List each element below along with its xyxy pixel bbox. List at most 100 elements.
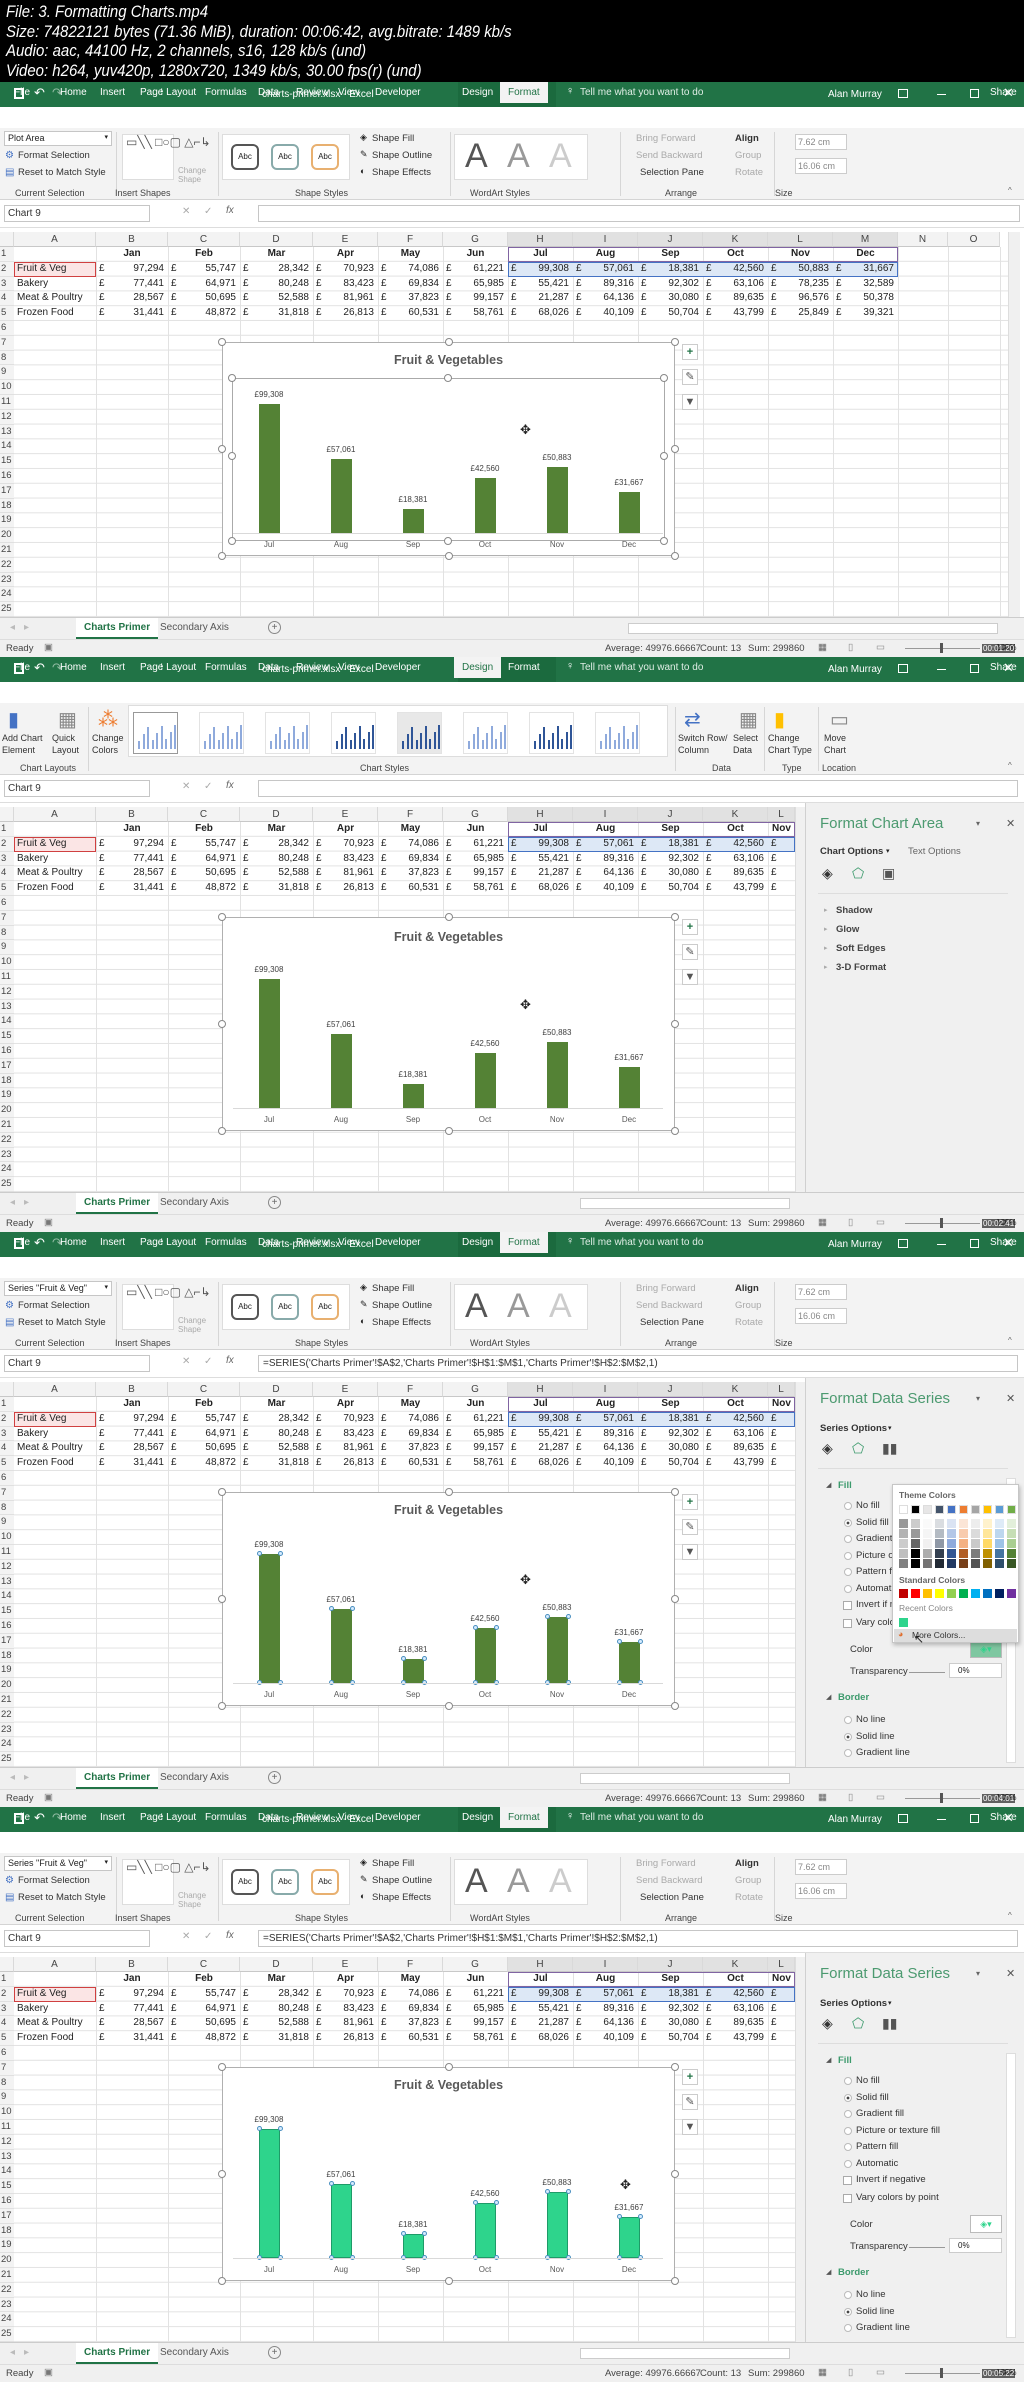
insert-function-icon[interactable]: fx: [226, 205, 234, 216]
collapse-ribbon-icon[interactable]: ^: [1008, 1911, 1012, 1920]
tab-file[interactable]: File: [14, 1237, 30, 1248]
value-cell[interactable]: 64,136: [573, 1441, 634, 1456]
month-header-cell[interactable]: Mar: [240, 822, 313, 837]
bar-handle[interactable]: [329, 1605, 334, 1611]
value-cell[interactable]: 52,588: [240, 866, 309, 881]
column-header[interactable]: K: [703, 1957, 768, 1972]
align-button[interactable]: Align: [735, 133, 759, 144]
border-option-label[interactable]: Gradient line: [856, 1747, 910, 1758]
tab-home[interactable]: Home: [60, 1812, 87, 1823]
column-header[interactable]: A: [14, 1382, 96, 1397]
value-cell[interactable]: 77,441: [96, 2002, 164, 2017]
chart-resize-handle[interactable]: [218, 552, 226, 560]
user-name[interactable]: Alan Murray: [828, 1814, 882, 1825]
shape-height-input[interactable]: 7.62 cm: [795, 1859, 847, 1875]
value-cell[interactable]: 70,923: [313, 837, 374, 852]
row-header[interactable]: 25: [0, 1752, 14, 1767]
shape-effects-button[interactable]: Shape Effects: [372, 167, 431, 178]
transparency-input[interactable]: 0%: [949, 1663, 1002, 1678]
fill-option-radio[interactable]: [844, 1584, 852, 1593]
tab-developer[interactable]: Developer: [375, 662, 421, 673]
fill-line-icon[interactable]: ◈: [822, 865, 833, 882]
value-cell[interactable]: 63,106: [703, 1427, 764, 1442]
row-header[interactable]: 12: [0, 984, 14, 1000]
tab-formulas[interactable]: Formulas: [205, 662, 247, 673]
data-label[interactable]: £31,667: [604, 2203, 654, 2212]
month-header-cell[interactable]: Jan: [96, 822, 168, 837]
value-cell[interactable]: 50,704: [638, 1456, 699, 1471]
row-label-cell[interactable]: Fruit & Veg: [17, 837, 66, 852]
reset-to-match-style-button[interactable]: Reset to Match Style: [18, 1892, 106, 1903]
fill-option-label[interactable]: Automatic: [856, 2158, 898, 2169]
tab-view[interactable]: View: [338, 662, 360, 673]
theme-shade-swatch[interactable]: [947, 1549, 956, 1558]
theme-shade-swatch[interactable]: [911, 1549, 920, 1558]
theme-shade-swatch[interactable]: [983, 1519, 992, 1528]
ribbon-display-icon[interactable]: [898, 89, 908, 98]
value-cell[interactable]: 70,923: [313, 1412, 374, 1427]
column-header[interactable]: B: [96, 807, 168, 822]
bar-handle[interactable]: [638, 1638, 643, 1644]
value-cell[interactable]: 60,531: [378, 306, 439, 321]
value-cell[interactable]: 21,287: [508, 2016, 569, 2031]
shape-gallery[interactable]: ▭╲╲ □○▢ △⌐↳: [122, 134, 211, 180]
chart-resize-handle[interactable]: [445, 2063, 453, 2071]
column-header[interactable]: J: [638, 1957, 703, 1972]
theme-shade-swatch[interactable]: [899, 1529, 908, 1538]
value-cell[interactable]: 30,080: [638, 291, 699, 306]
row-header[interactable]: 8: [0, 350, 14, 366]
value-cell[interactable]: 64,136: [573, 866, 634, 881]
invert-checkbox[interactable]: [843, 1601, 852, 1610]
plot-area-handle[interactable]: [660, 374, 668, 382]
value-cell[interactable]: 58,761: [443, 881, 504, 896]
value-cell[interactable]: 99,308: [508, 1987, 569, 2002]
horizontal-scrollbar[interactable]: [580, 2348, 790, 2359]
row-header[interactable]: 22: [0, 1707, 14, 1723]
row-label-cell[interactable]: Meat & Poultry: [17, 291, 83, 306]
shape-style-option[interactable]: Abc: [271, 1294, 299, 1320]
value-cell[interactable]: 65,985: [443, 1427, 504, 1442]
column-header[interactable]: K: [703, 1382, 768, 1397]
row-header[interactable]: 20: [0, 1103, 14, 1118]
month-header-cell[interactable]: Jan: [96, 1972, 168, 1987]
column-header[interactable]: E: [313, 232, 378, 247]
cancel-icon[interactable]: ✕: [182, 206, 190, 217]
theme-shade-swatch[interactable]: [935, 1519, 944, 1528]
macro-record-icon[interactable]: ▣: [44, 1217, 53, 1228]
value-cell[interactable]: 31,441: [96, 1456, 164, 1471]
pane-close-icon[interactable]: ✕: [1006, 1392, 1015, 1405]
horizontal-scrollbar[interactable]: [580, 1773, 790, 1784]
quick-layout-button[interactable]: Quick: [52, 733, 75, 743]
transparency-slider[interactable]: [909, 2247, 945, 2248]
theme-shade-swatch[interactable]: [923, 1539, 932, 1548]
chart-style-option[interactable]: [529, 712, 574, 754]
value-cell[interactable]: 99,157: [443, 2016, 504, 2031]
chart-style-option[interactable]: [133, 712, 178, 754]
theme-shade-swatch[interactable]: [911, 1559, 920, 1568]
tab-developer[interactable]: Developer: [375, 1812, 421, 1823]
collapse-arrow-icon[interactable]: ◢: [826, 2056, 831, 2064]
column-header[interactable]: L: [768, 232, 833, 247]
row-label-cell[interactable]: Bakery: [17, 852, 48, 867]
value-cell[interactable]: 21,287: [508, 291, 569, 306]
tab-format[interactable]: Format: [500, 82, 548, 103]
undo-icon[interactable]: ↶: [34, 85, 45, 101]
bar-handle[interactable]: [257, 2126, 262, 2131]
theme-shade-swatch[interactable]: [995, 1519, 1004, 1528]
row-header[interactable]: 11: [0, 395, 14, 410]
theme-shade-swatch[interactable]: [947, 1539, 956, 1548]
chart-filters-button[interactable]: ▼: [682, 394, 698, 410]
month-header-cell[interactable]: Apr: [313, 1397, 378, 1412]
wordart-style-option[interactable]: A: [465, 1287, 488, 1326]
chart-bar[interactable]: [402, 1659, 424, 1683]
value-cell[interactable]: 50,704: [638, 2031, 699, 2046]
sheet-scroll-right-icon[interactable]: ▸: [24, 2347, 29, 2358]
value-cell[interactable]: 26,813: [313, 306, 374, 321]
chart-bar[interactable]: [618, 2216, 640, 2258]
pane-tab-options[interactable]: Series Options: [820, 1998, 887, 2009]
value-cell[interactable]: 99,157: [443, 1441, 504, 1456]
chart-bar[interactable]: [618, 1641, 640, 1683]
row-header[interactable]: 9: [0, 940, 14, 956]
theme-shade-swatch[interactable]: [995, 1529, 1004, 1538]
theme-shade-swatch[interactable]: [983, 1529, 992, 1538]
